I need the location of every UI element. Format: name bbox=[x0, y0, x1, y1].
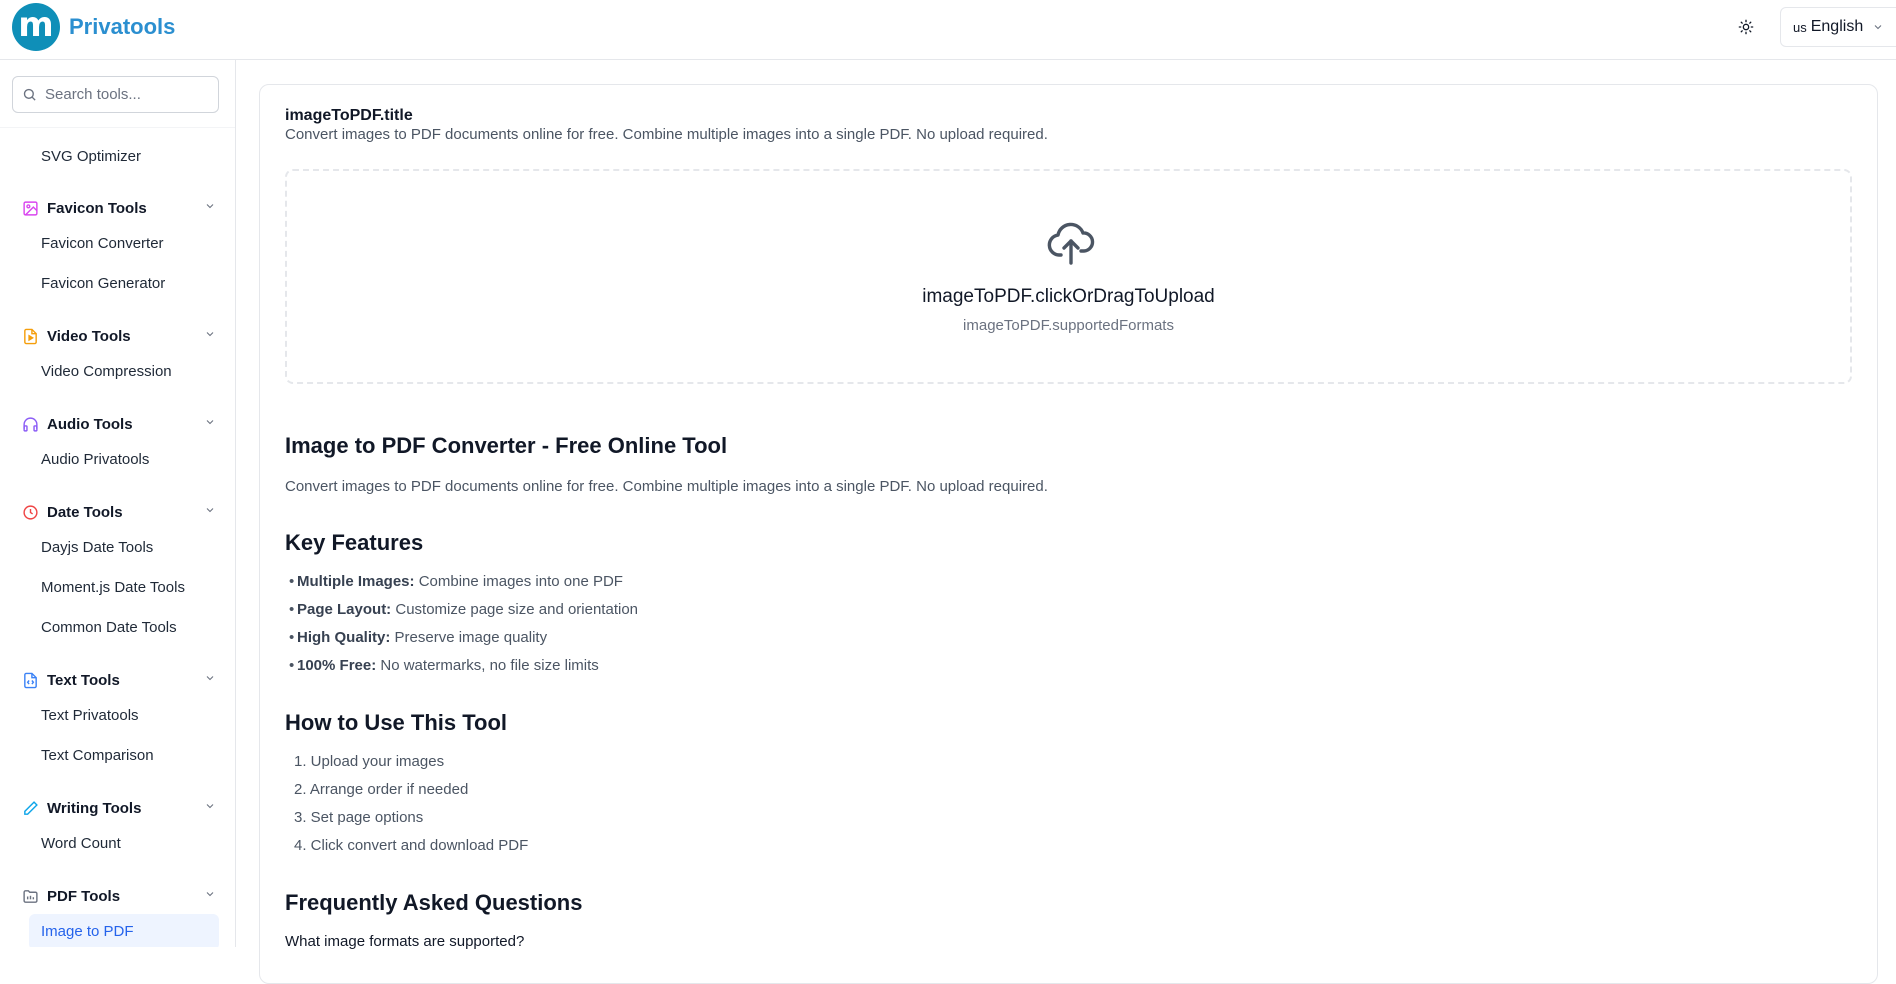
dropzone-subtitle: imageToPDF.supportedFormats bbox=[963, 317, 1174, 334]
sidebar-item-dayjs-date-tools[interactable]: Dayjs Date Tools bbox=[41, 539, 153, 556]
dropzone-title: imageToPDF.clickOrDragToUpload bbox=[922, 286, 1215, 307]
logo[interactable]: m bbox=[12, 3, 60, 51]
chevron-down-icon bbox=[206, 804, 214, 809]
sidebar-item-common-date-tools[interactable]: Common Date Tools bbox=[41, 619, 177, 636]
feature-text: Customize page size and orientation bbox=[391, 601, 638, 618]
chevron-down-icon bbox=[206, 420, 214, 425]
feature-title: Page Layout: bbox=[297, 601, 392, 618]
feature-title: Multiple Images: bbox=[297, 573, 415, 590]
howto-heading: How to Use This Tool bbox=[285, 710, 508, 735]
sidebar-item-image-to-pdf[interactable]: Image to PDF bbox=[41, 923, 134, 940]
step-item: 3. Set page options bbox=[294, 809, 424, 826]
step-item: 4. Click convert and download PDF bbox=[294, 837, 529, 854]
sidebar-item-video-compression[interactable]: Video Compression bbox=[41, 363, 172, 380]
sidebar-group-label: Audio Tools bbox=[47, 415, 133, 433]
image-icon bbox=[20, 198, 40, 218]
chevron-down-icon bbox=[206, 508, 214, 513]
cloud-upload-icon bbox=[1047, 222, 1095, 265]
search-input[interactable] bbox=[45, 86, 210, 103]
sidebar: SVG Optimizer Favicon Tools Favicon Conv… bbox=[0, 60, 236, 947]
pdf-folder-icon bbox=[20, 886, 40, 906]
chevron-down-icon bbox=[206, 892, 214, 897]
sidebar-group-label: Favicon Tools bbox=[47, 199, 147, 217]
feature-item: • Multiple Images: Combine images into on… bbox=[289, 573, 623, 590]
step-item: 2. Arrange order if needed bbox=[294, 781, 469, 798]
pencil-icon bbox=[20, 798, 40, 818]
feature-text: Combine images into one PDF bbox=[414, 573, 623, 590]
sidebar-group-favicon-tools[interactable]: Favicon Tools bbox=[20, 196, 216, 220]
search-box[interactable] bbox=[12, 76, 219, 113]
video-file-icon bbox=[20, 326, 40, 346]
page-subtitle: Convert images to PDF documents online f… bbox=[285, 126, 1048, 143]
logo-letter: m bbox=[18, 5, 54, 45]
sidebar-group-pdf-tools[interactable]: PDF Tools bbox=[20, 884, 216, 908]
feature-title: High Quality: bbox=[297, 629, 391, 646]
headphones-icon bbox=[20, 414, 40, 434]
search-icon bbox=[23, 88, 36, 101]
sidebar-group-writing-tools[interactable]: Writing Tools bbox=[20, 796, 216, 820]
brand-name[interactable]: Privatools bbox=[69, 14, 175, 40]
divider bbox=[0, 127, 235, 128]
faq-question: What image formats are supported? bbox=[285, 933, 525, 950]
feature-title: 100% Free: bbox=[297, 657, 377, 674]
code-file-icon bbox=[20, 670, 40, 690]
faq-heading: Frequently Asked Questions bbox=[285, 890, 583, 915]
feature-item: • Page Layout: Customize page size and or… bbox=[289, 601, 638, 618]
chevron-down-icon bbox=[206, 332, 214, 337]
feature-item: • High Quality: Preserve image quality bbox=[289, 629, 548, 646]
sidebar-group-date-tools[interactable]: Date Tools bbox=[20, 500, 216, 524]
page-title: imageToPDF.title bbox=[285, 107, 413, 124]
upload-dropzone[interactable]: imageToPDF.clickOrDragToUpload imageToPD… bbox=[285, 169, 1852, 384]
feature-text: Preserve image quality bbox=[390, 629, 548, 646]
sidebar-item-favicon-generator[interactable]: Favicon Generator bbox=[41, 275, 165, 292]
sidebar-group-label: PDF Tools bbox=[47, 887, 121, 905]
sidebar-group-text-tools[interactable]: Text Tools bbox=[20, 668, 216, 692]
chevron-down-icon bbox=[1874, 25, 1882, 30]
sidebar-item-text-comparison[interactable]: Text Comparison bbox=[41, 747, 154, 764]
sidebar-group-label: Date Tools bbox=[47, 503, 123, 521]
clock-icon bbox=[20, 502, 40, 522]
chevron-down-icon bbox=[206, 204, 214, 209]
sidebar-group-video-tools[interactable]: Video Tools bbox=[20, 324, 216, 348]
sidebar-item-audio-privatools[interactable]: Audio Privatools bbox=[41, 451, 149, 468]
sidebar-item-favicon-converter[interactable]: Favicon Converter bbox=[41, 235, 164, 252]
top-header: m Privatools us English bbox=[0, 0, 1896, 60]
intro-heading: Image to PDF Converter - Free Online Too… bbox=[285, 433, 728, 458]
step-item: 1. Upload your images bbox=[294, 753, 445, 770]
language-label: English bbox=[1810, 18, 1864, 35]
sidebar-group-label: Text Tools bbox=[47, 671, 120, 689]
language-select[interactable]: us English bbox=[1780, 7, 1896, 47]
sun-icon bbox=[1738, 19, 1754, 35]
sidebar-group-audio-tools[interactable]: Audio Tools bbox=[20, 412, 216, 436]
sidebar-item-svg-optimizer[interactable]: SVG Optimizer bbox=[41, 148, 141, 165]
sidebar-item-text-privatools[interactable]: Text Privatools bbox=[41, 707, 139, 724]
sidebar-item-word-count[interactable]: Word Count bbox=[41, 835, 121, 852]
language-flag: us bbox=[1793, 19, 1807, 35]
sidebar-item-momentjs-date-tools[interactable]: Moment.js Date Tools bbox=[41, 579, 185, 596]
sidebar-group-label: Writing Tools bbox=[47, 799, 142, 817]
feature-text: No watermarks, no file size limits bbox=[376, 657, 599, 674]
features-heading: Key Features bbox=[285, 530, 424, 555]
theme-toggle-button[interactable] bbox=[1733, 14, 1759, 40]
sidebar-group-label: Video Tools bbox=[47, 327, 131, 345]
feature-item: • 100% Free: No watermarks, no file size … bbox=[289, 657, 599, 674]
chevron-down-icon bbox=[206, 676, 214, 681]
intro-text: Convert images to PDF documents online f… bbox=[285, 478, 1048, 495]
